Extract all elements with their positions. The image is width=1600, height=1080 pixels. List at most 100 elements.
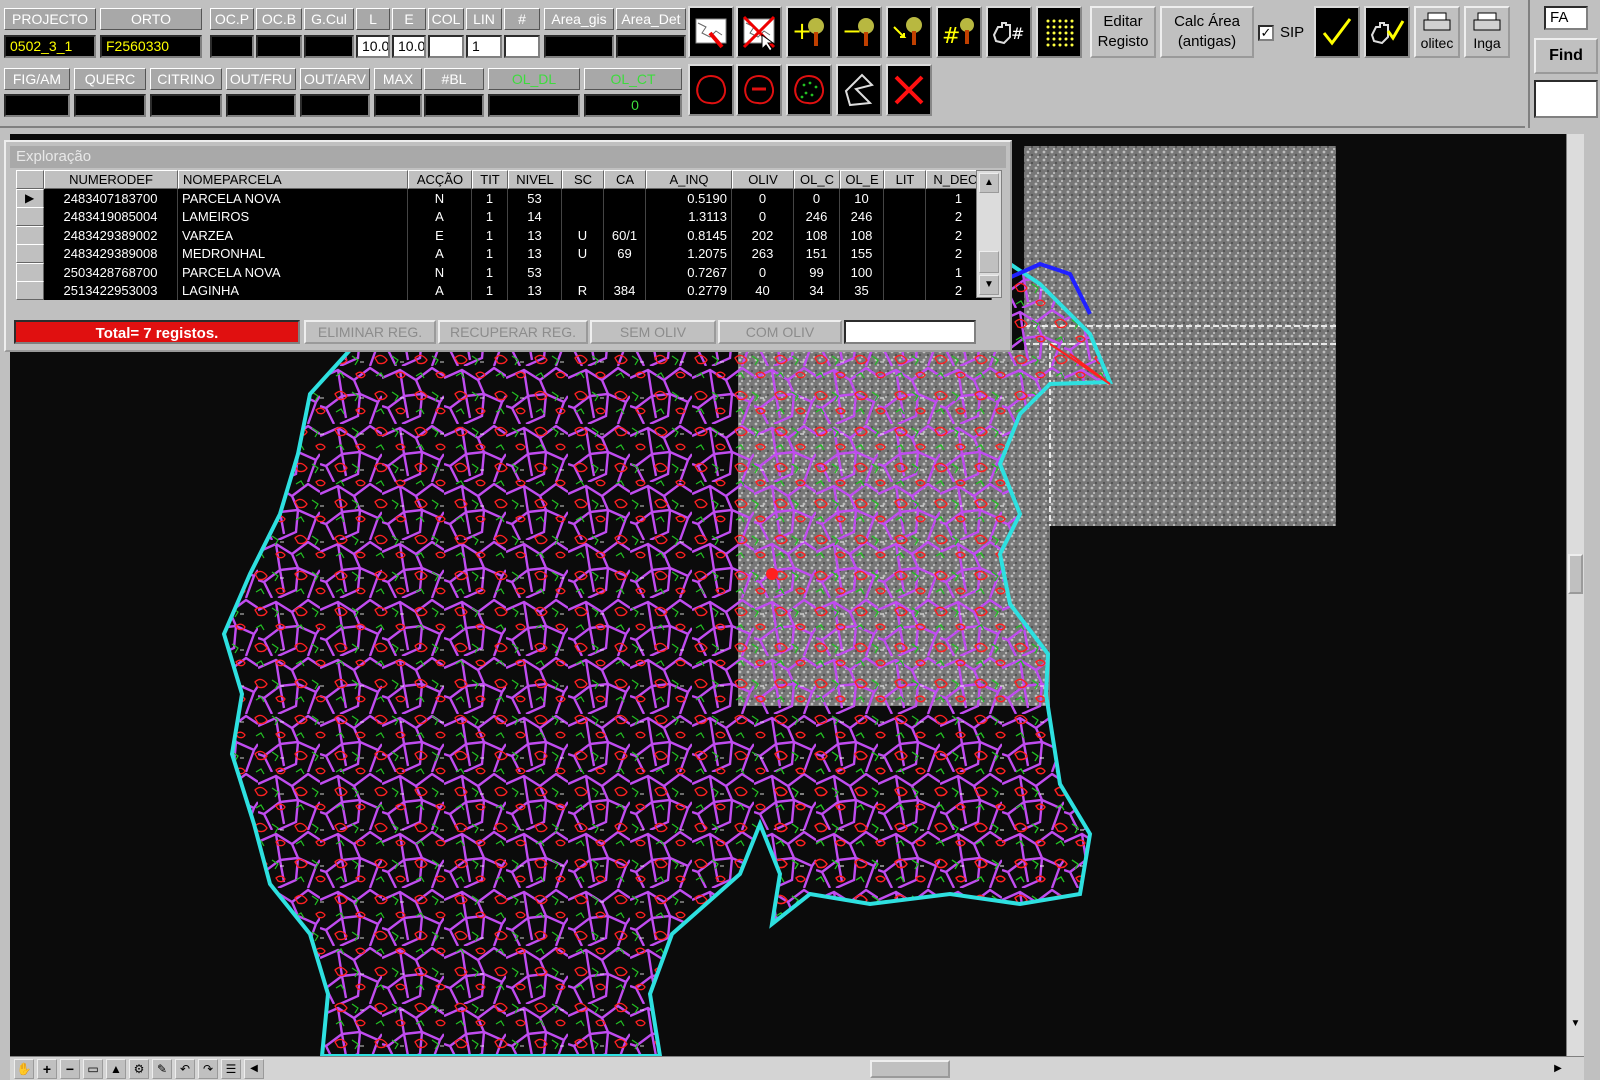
table-cell: VARZEA — [178, 225, 408, 245]
close-red-x-icon[interactable] — [886, 64, 932, 116]
column-header[interactable]: ACÇÃO — [408, 170, 472, 189]
vertical-scrollbar[interactable]: ▼ — [1566, 134, 1584, 1056]
edit-record-button[interactable]: Editar Registo — [1090, 6, 1156, 58]
hand-check-icon[interactable] — [1364, 6, 1410, 58]
field-value[interactable] — [374, 94, 422, 117]
field-value[interactable]: 1 — [466, 35, 502, 58]
zoom-window-icon[interactable] — [688, 6, 734, 58]
find-button[interactable]: Find — [1534, 38, 1598, 74]
grid-tree-icon[interactable]: # — [936, 6, 982, 58]
pan-tool-icon[interactable]: ✋ — [14, 1059, 34, 1079]
confirm-check-icon[interactable] — [1314, 6, 1360, 58]
dotted-polygon-icon[interactable] — [786, 64, 832, 116]
hand-grid-icon[interactable]: # — [986, 6, 1032, 58]
table-row[interactable]: 2483407183700 PARCELA NOVA N 1 53 0.5190 0 0 10 1 — [44, 189, 992, 208]
row-selector[interactable] — [16, 281, 44, 300]
polygon-outline-icon[interactable] — [836, 64, 882, 116]
field-value[interactable] — [300, 94, 370, 117]
remove-tree-icon[interactable]: − — [836, 6, 882, 58]
list-icon[interactable]: ☰ — [221, 1059, 241, 1079]
row-selector[interactable] — [16, 225, 44, 245]
edit-icon[interactable]: ✎ — [152, 1059, 172, 1079]
column-header[interactable]: CA — [604, 170, 646, 189]
field-value[interactable]: 0502_3_1 — [4, 35, 96, 58]
field-value[interactable] — [74, 94, 146, 117]
print-inga-label: Inga — [1473, 35, 1501, 51]
find-input[interactable] — [1534, 80, 1598, 118]
scroll-down-icon[interactable]: ▼ — [1568, 1018, 1583, 1036]
draw-polygon-icon[interactable] — [688, 64, 734, 116]
table-row[interactable]: 2483429389002 VARZEA E 1 13 U 60/1 0.8145 202 108… — [44, 225, 992, 245]
field-value[interactable] — [424, 94, 484, 117]
grid-scroll-down-icon[interactable]: ▼ — [979, 275, 999, 295]
column-header[interactable]: A_INQ — [646, 170, 732, 189]
table-cell — [884, 262, 926, 282]
move-tree-icon[interactable] — [886, 6, 932, 58]
field-value[interactable] — [504, 35, 540, 58]
field-value[interactable]: 0 — [584, 94, 682, 117]
scroll-left-icon[interactable]: ◀ — [244, 1059, 264, 1079]
table-row[interactable]: 2513422953003 LAGINHA A 1 13 R 384 0.2779 40 34 35… — [44, 281, 992, 300]
subtract-polygon-icon[interactable] — [736, 64, 782, 116]
column-header[interactable]: LIT — [884, 170, 926, 189]
dot-grid-icon[interactable] — [1036, 6, 1082, 58]
table-row[interactable]: 2483429389008 MEDRONHAL A 1 13 U 69 1.2075 263 15… — [44, 244, 992, 264]
delete-record-button[interactable]: ELIMINAR REG. — [304, 320, 436, 344]
field-value[interactable]: 10.0 — [356, 35, 390, 58]
scroll-right-icon[interactable]: ▶ — [1550, 1060, 1566, 1078]
print-inga-button[interactable]: Inga — [1464, 6, 1510, 58]
row-selector[interactable] — [16, 262, 44, 282]
sem-oliv-button[interactable]: SEM OLIV — [590, 320, 716, 344]
window-icon[interactable]: ▭ — [83, 1059, 103, 1079]
row-selector[interactable]: ▶ — [16, 189, 44, 208]
zoom-window-cancel-icon[interactable] — [736, 6, 782, 58]
field-value[interactable]: F2560330 — [100, 35, 202, 58]
field-value[interactable] — [544, 35, 614, 58]
grid-scroll-up-icon[interactable]: ▲ — [979, 173, 999, 193]
field-value[interactable]: 10.0 — [392, 35, 426, 58]
field-value[interactable] — [488, 94, 580, 117]
column-header[interactable]: OL_E — [840, 170, 884, 189]
table-cell: 1.3113 — [646, 207, 732, 227]
column-header[interactable]: TIT — [472, 170, 508, 189]
undo-icon[interactable]: ↶ — [175, 1059, 195, 1079]
table-row[interactable]: 2503428768700 PARCELA NOVA N 1 53 0.7267 0 99 10… — [44, 262, 992, 282]
vertical-scroll-thumb[interactable] — [1568, 554, 1583, 594]
grid-scrollbar[interactable]: ▲ ▼ — [976, 170, 1002, 298]
horizontal-scroll-thumb[interactable] — [870, 1060, 950, 1078]
table-row[interactable]: 2483419085004 LAMEIROS A 1 14 1.3113 0 246 246 2 — [44, 207, 992, 227]
row-selector[interactable] — [16, 207, 44, 227]
column-header[interactable]: NIVEL — [508, 170, 562, 189]
layer-icon[interactable]: ▲ — [106, 1059, 126, 1079]
field-header: OC.B — [256, 8, 302, 30]
table-cell: 1.2075 — [646, 244, 732, 264]
field-value[interactable] — [256, 35, 302, 58]
grid-scroll-thumb[interactable] — [979, 251, 999, 273]
filter-input[interactable] — [844, 320, 976, 344]
column-header[interactable]: SC — [562, 170, 604, 189]
calc-area-button[interactable]: Calc Área (antigas) — [1160, 6, 1254, 58]
column-header[interactable]: NOMEPARCELA — [178, 170, 408, 189]
field-value[interactable] — [150, 94, 222, 117]
recover-record-button[interactable]: RECUPERAR REG. — [438, 320, 588, 344]
com-oliv-button[interactable]: COM OLIV — [718, 320, 842, 344]
settings-icon[interactable]: ⚙ — [129, 1059, 149, 1079]
field-value[interactable] — [616, 35, 686, 58]
add-tree-icon[interactable]: + — [786, 6, 832, 58]
zoom-out-icon[interactable]: − — [60, 1059, 80, 1079]
field-value[interactable] — [428, 35, 464, 58]
column-header[interactable]: NUMERODEF — [44, 170, 178, 189]
svg-text:#: # — [1011, 24, 1024, 43]
zoom-in-icon[interactable]: + — [37, 1059, 57, 1079]
fa-field[interactable]: FA — [1544, 6, 1588, 30]
print-olitec-button[interactable]: olitec — [1414, 6, 1460, 58]
field-value[interactable] — [226, 94, 296, 117]
row-selector[interactable] — [16, 244, 44, 264]
column-header[interactable]: OLIV — [732, 170, 794, 189]
field-value[interactable] — [304, 35, 354, 58]
field-value[interactable] — [210, 35, 254, 58]
field-value[interactable] — [4, 94, 70, 117]
sip-checkbox[interactable]: ✓ — [1258, 24, 1274, 41]
redo-icon[interactable]: ↷ — [198, 1059, 218, 1079]
column-header[interactable]: OL_C — [794, 170, 840, 189]
